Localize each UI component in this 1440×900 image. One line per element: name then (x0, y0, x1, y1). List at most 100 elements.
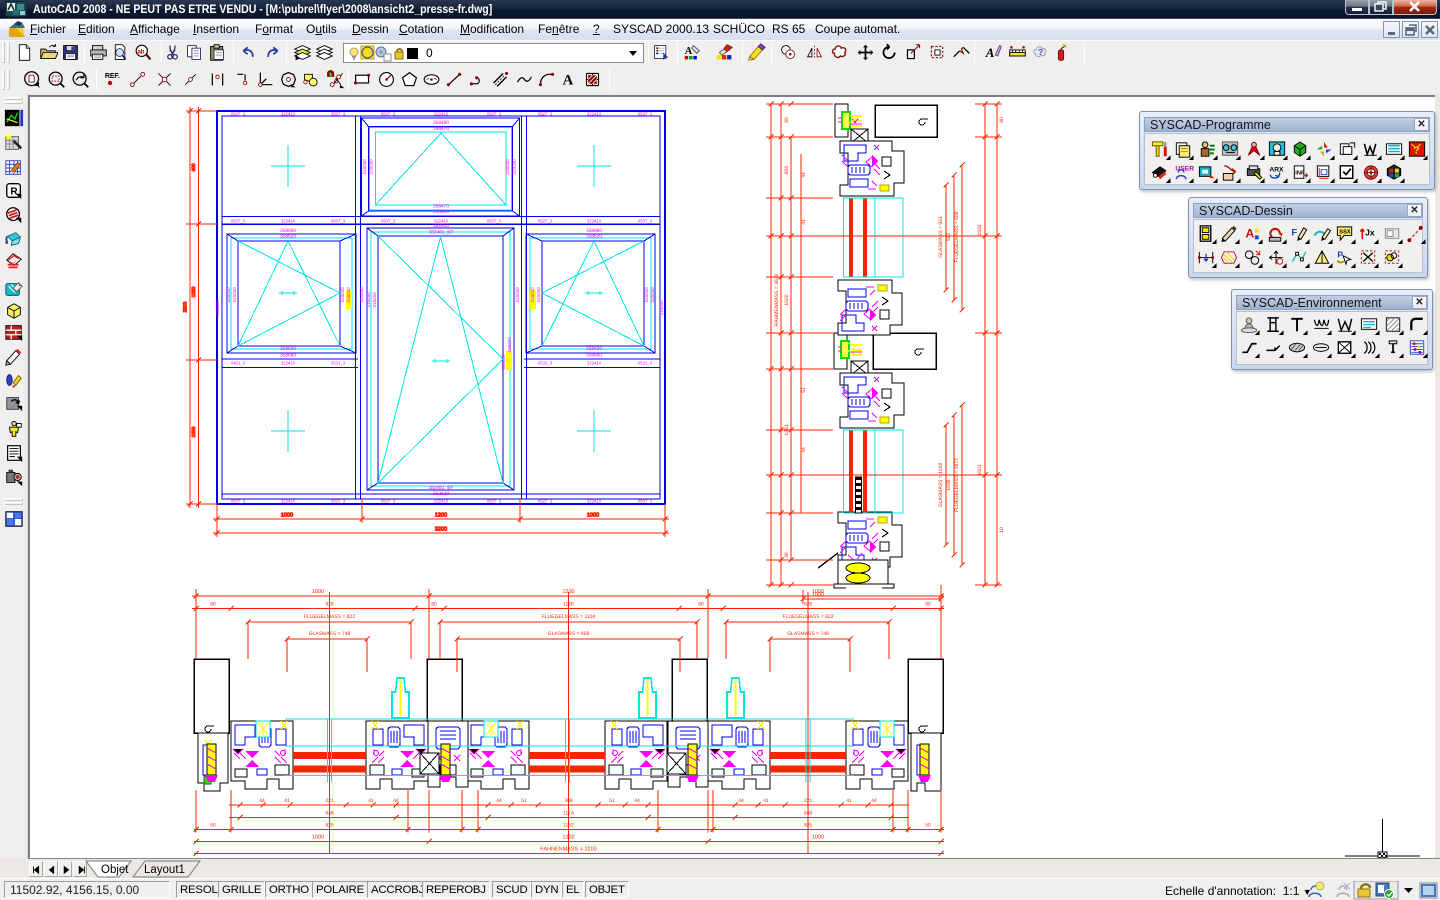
svg-text:A: A (1246, 226, 1255, 240)
svg-text:10: 10 (999, 527, 1005, 533)
svg-text:0507_3: 0507_3 (231, 112, 246, 117)
svg-text:318250: 318250 (215, 300, 220, 316)
svg-text:0507_3: 0507_3 (487, 499, 502, 504)
svg-text:318280: 318280 (512, 159, 517, 175)
svg-text:322410: 322410 (281, 219, 296, 224)
svg-text:0507_3: 0507_3 (638, 499, 653, 504)
svg-text:1281: 1281 (784, 424, 790, 435)
svg-text:44: 44 (801, 172, 807, 178)
svg-text:INF: INF (1296, 170, 1306, 176)
svg-text:GLASMASS = 551: GLASMASS = 551 (938, 216, 944, 258)
svg-text:44: 44 (738, 798, 744, 804)
svg-text:318250: 318250 (644, 287, 649, 303)
svg-text:318280: 318280 (505, 159, 510, 175)
svg-text:50: 50 (210, 823, 216, 829)
svg-text:44: 44 (393, 798, 399, 804)
svg-text:80: 80 (784, 117, 790, 123)
svg-text:1174: 1174 (563, 811, 574, 817)
svg-text:A: A (562, 73, 573, 89)
svg-text:1000: 1000 (281, 513, 293, 519)
svg-text:0531_3: 0531_3 (538, 361, 553, 366)
svg-text:318250: 318250 (359, 287, 364, 303)
svg-text:1020: 1020 (191, 286, 197, 297)
svg-text:318250: 318250 (232, 287, 237, 303)
svg-text:318250: 318250 (346, 287, 351, 303)
svg-text:P: P (1338, 250, 1344, 260)
svg-text:1200: 1200 (562, 589, 574, 595)
svg-text:1000: 1000 (587, 513, 599, 519)
svg-text:318250: 318250 (501, 354, 506, 370)
svg-text:0507_3: 0507_3 (331, 112, 346, 117)
svg-text:382481_BF: 382481_BF (429, 485, 454, 491)
svg-text:R: R (10, 187, 18, 198)
svg-text:582: 582 (946, 233, 952, 242)
svg-text:322410: 322410 (587, 219, 602, 224)
svg-text:FLUEGELMASS = 608: FLUEGELMASS = 608 (954, 211, 960, 262)
svg-text:318250: 318250 (650, 287, 655, 303)
svg-text:51: 51 (521, 798, 527, 804)
svg-text:352620: 352620 (433, 491, 449, 497)
svg-text:0531_3: 0531_3 (331, 361, 346, 366)
svg-text:322410: 322410 (281, 112, 296, 117)
svg-text:FLUEGELMASS = 1104: FLUEGELMASS = 1104 (542, 614, 596, 620)
svg-text:FLUEGELMASS = 1872: FLUEGELMASS = 1872 (954, 458, 960, 512)
svg-text:948: 948 (325, 811, 334, 817)
svg-text:51: 51 (609, 798, 615, 804)
svg-text:A: A (984, 45, 994, 60)
svg-text:318250: 318250 (659, 300, 664, 316)
svg-text:358470: 358470 (433, 204, 449, 210)
svg-text:Objet: Objet (101, 864, 129, 876)
svg-text:F: F (1291, 227, 1297, 238)
svg-text:1: 1 (327, 72, 331, 79)
svg-text:358680: 358680 (280, 228, 296, 234)
svg-text:1200: 1200 (435, 513, 447, 519)
svg-text:318280: 318280 (369, 159, 374, 175)
svg-text:358620: 358620 (280, 234, 296, 240)
svg-text:44: 44 (801, 447, 807, 453)
svg-text:44: 44 (259, 798, 265, 804)
svg-text:GLASMASS = 1018: GLASMASS = 1018 (938, 463, 944, 508)
svg-text:GLASMASS = 958: GLASMASS = 958 (548, 631, 590, 637)
svg-text:1126: 1126 (563, 602, 574, 608)
svg-text:44: 44 (634, 798, 640, 804)
svg-text:0461_3: 0461_3 (231, 361, 246, 366)
svg-text:322410: 322410 (434, 219, 449, 224)
svg-text:0507_3: 0507_3 (231, 499, 246, 504)
svg-text:322410: 322410 (587, 361, 602, 366)
svg-text:SSX: SSX (1339, 230, 1351, 236)
svg-text:358480: 358480 (433, 209, 449, 215)
svg-text:0507_3: 0507_3 (638, 219, 653, 224)
svg-text:352610: 352610 (433, 223, 449, 229)
svg-text:80: 80 (698, 602, 704, 608)
svg-text:318250: 318250 (372, 292, 377, 308)
svg-text:322410: 322410 (587, 499, 602, 504)
svg-text:0507_3: 0507_3 (638, 112, 653, 117)
svg-text:0507_3: 0507_3 (487, 112, 502, 117)
svg-text:358620: 358620 (586, 234, 602, 240)
svg-text:322410: 322410 (434, 499, 449, 504)
svg-text:926: 926 (804, 602, 813, 608)
svg-text:322410: 322410 (434, 112, 449, 117)
svg-text:80: 80 (431, 602, 437, 608)
svg-text:REF.: REF. (104, 73, 119, 80)
svg-text:318280: 318280 (362, 159, 367, 175)
svg-text:FAHNENMASS = 3200: FAHNENMASS = 3200 (540, 847, 596, 853)
svg-text:1932: 1932 (977, 224, 983, 235)
svg-text:41: 41 (763, 798, 769, 804)
svg-text:GLASMASS = 748: GLASMASS = 748 (309, 631, 351, 637)
svg-text:318250: 318250 (515, 287, 520, 303)
svg-text:Layout1: Layout1 (144, 864, 185, 876)
svg-text:41: 41 (284, 798, 290, 804)
svg-text:41: 41 (846, 798, 852, 804)
svg-text:41: 41 (801, 219, 807, 225)
svg-text:358680: 358680 (586, 353, 602, 359)
svg-text:358620: 358620 (586, 346, 602, 352)
svg-text:ARX: ARX (1269, 167, 1284, 174)
svg-text:1020: 1020 (784, 294, 790, 305)
svg-text:GLASMASS = 749: GLASMASS = 749 (787, 631, 829, 637)
svg-text:308: 308 (564, 798, 573, 804)
svg-text:925: 925 (804, 823, 813, 829)
svg-text:1000: 1000 (312, 835, 324, 841)
svg-text:358680: 358680 (280, 353, 296, 359)
svg-text:1000: 1000 (812, 589, 824, 595)
